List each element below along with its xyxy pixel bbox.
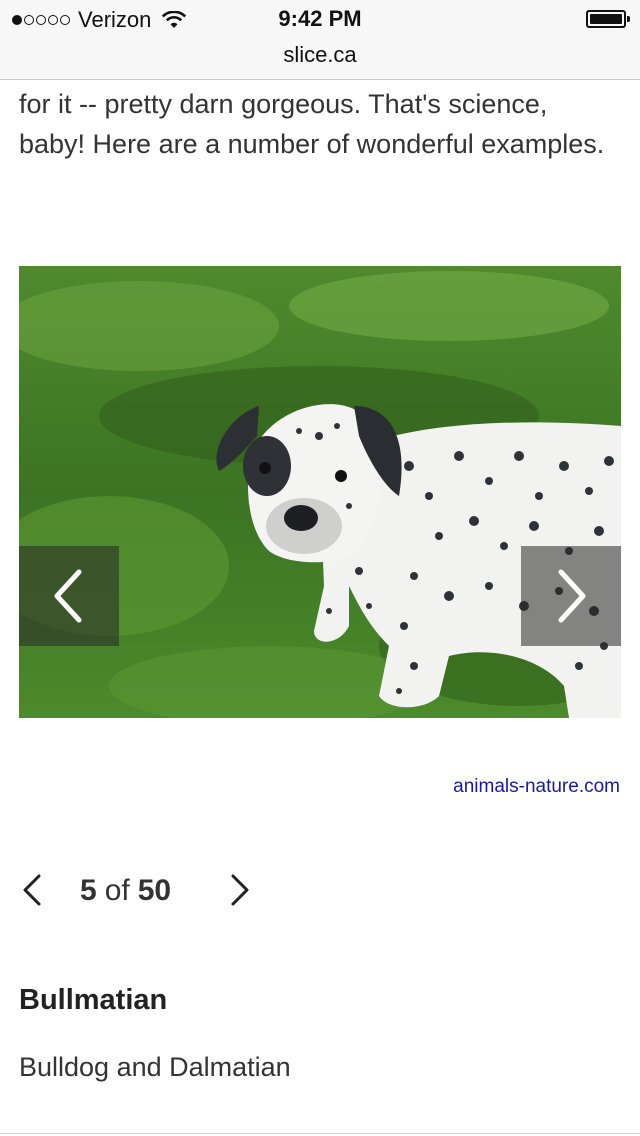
chevron-right-icon (231, 874, 249, 906)
pager-of-label: of (104, 874, 130, 907)
chevron-left-icon (54, 569, 82, 623)
status-bar: Verizon 9:42 PM (0, 0, 640, 40)
image-credit-link[interactable]: animals-nature.com (453, 776, 620, 798)
slide-caption: Bulldog and Dalmatian (19, 1052, 291, 1082)
gallery-slide-image[interactable] (19, 266, 621, 718)
gallery-next-button[interactable] (521, 546, 621, 646)
gallery-pager: 5 of 50 (19, 866, 279, 916)
chevron-right-icon (558, 569, 586, 623)
pager-prev-button[interactable] (19, 872, 45, 908)
pager-next-button[interactable] (227, 872, 253, 908)
gallery-prev-button[interactable] (19, 546, 119, 646)
pager-total: 50 (137, 874, 172, 907)
pager-current: 5 (80, 874, 97, 907)
status-time: 9:42 PM (278, 6, 362, 31)
spotted-puppy-photo (19, 266, 621, 718)
article-intro-text: for it -- pretty darn gorgeous. That's s… (19, 89, 605, 159)
pager-counter: 5 of 50 (80, 874, 171, 908)
chevron-left-icon (23, 874, 41, 906)
divider (0, 1133, 640, 1134)
battery-icon (586, 10, 630, 28)
slide-title: Bullmatian (19, 984, 168, 1016)
url-bar[interactable]: slice.ca (0, 40, 640, 80)
